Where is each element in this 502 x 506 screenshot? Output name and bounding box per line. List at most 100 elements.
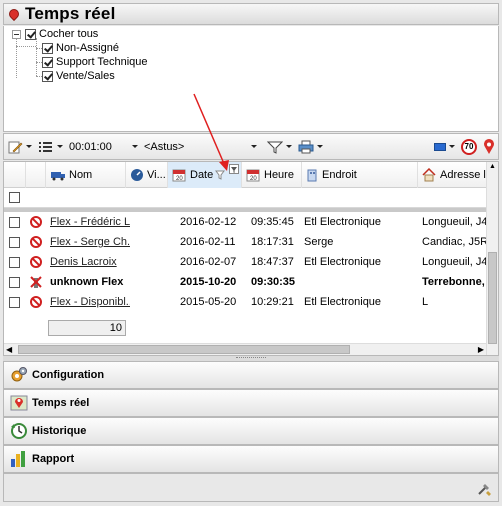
nav-rapport[interactable]: Rapport [3,445,499,473]
cell-adresse: L [422,296,429,308]
cell-nom[interactable]: Flex - Serge Ch... [50,232,130,252]
edit-button[interactable] [4,136,35,158]
collapse-icon[interactable] [12,29,21,39]
non-assigne-checkbox[interactable] [42,42,53,54]
header-date[interactable]: 20 Date [168,162,242,188]
vertical-scroll-thumb[interactable] [488,252,497,344]
header-heure[interactable]: 20 Heure [242,162,302,188]
group-select-dropdown[interactable] [245,136,260,158]
no-entry-icon [30,236,42,248]
filter-icon [231,167,237,173]
cell-heure: 09:35:45 [251,216,294,228]
speed-limit-icon: 70 [461,138,477,155]
table-row[interactable]: Flex - Disponibl... 2015-05-20 10:29:21 Etl… [4,292,488,312]
tree-root-checkbox[interactable] [25,28,36,40]
map-pin-icon [10,395,28,411]
table-row[interactable]: Flex - Frédéric L... 2016-02-12 09:35:45 Et… [4,212,488,232]
tree-node-support-technique[interactable]: Support Technique [42,56,148,68]
row-checkbox[interactable] [9,236,20,248]
bottom-bar [3,473,499,502]
header-vitesse-label: Vi... [147,169,166,181]
main-toolbar: 00:01:00 <Astus> 70 [3,133,499,160]
cell-nom[interactable]: Flex - Disponibl... [50,292,130,312]
speedometer-icon [131,169,143,181]
tree-node-label: Vente/Sales [56,70,115,82]
header-endroit-label: Endroit [322,169,357,181]
support-technique-checkbox[interactable] [42,56,53,68]
row-checkbox[interactable] [9,216,20,228]
cell-date: 2016-02-07 [180,256,237,268]
configure-buttons-icon[interactable] [476,481,492,497]
group-select[interactable]: <Astus> [141,136,245,158]
row-checkbox[interactable] [9,256,20,268]
cell-endroit: Etl Electronique [304,256,382,268]
column-filter-button[interactable] [229,164,239,174]
header-vitesse[interactable]: Vi... [126,162,168,188]
header-endroit[interactable]: Endroit [302,162,418,188]
cell-date: 2016-02-11 [180,236,236,248]
time-interval-value: 00:01:00 [69,140,112,153]
cell-heure: 18:17:31 [251,236,294,248]
group-tree: Cocher tous Non-Assigné Support Techniqu… [3,26,499,132]
history-clock-icon [11,423,27,439]
splitter-grip [236,357,266,359]
header-adresse-label: Adresse la [440,169,492,181]
header-date-label: Date [190,169,214,181]
printer-icon [298,140,314,153]
pin-button[interactable] [480,136,498,158]
print-button[interactable] [295,136,326,158]
header-select-column[interactable] [4,162,26,188]
header-heure-label: Heure [264,169,294,181]
cell-endroit: Etl Electronique [304,296,382,308]
header-nom[interactable]: Nom [46,162,126,188]
cell-heure: 18:47:37 [251,256,294,268]
cell-endroit: Serge [304,236,334,248]
tree-node-non-assigne[interactable]: Non-Assigné [42,42,119,54]
chevron-down-icon [26,145,32,148]
vente-sales-checkbox[interactable] [42,70,53,82]
time-interval-dropdown[interactable] [126,136,141,158]
cell-nom[interactable]: Flex - Frédéric L... [50,212,130,232]
cell-date: 2015-10-20 [180,276,237,288]
scroll-up-icon[interactable]: ▲ [487,162,498,172]
row-checkbox[interactable] [9,296,20,308]
bar-chart-icon [11,451,25,467]
group-select-value: <Astus> [144,140,185,153]
scroll-right-icon[interactable]: ▶ [478,344,484,355]
no-entry-icon [30,256,42,268]
nav-configuration[interactable]: Configuration [3,361,499,389]
table-row[interactable]: Flex - Serge Ch... 2016-02-11 18:17:31 Serg… [4,232,488,252]
time-interval-select[interactable]: 00:01:00 [66,136,126,158]
cell-adresse: Candiac, J5R 2 [422,236,488,248]
list-view-button[interactable] [35,136,66,158]
nav-historique[interactable]: Historique [3,417,499,445]
tree-node-vente-sales[interactable]: Vente/Sales [42,70,115,82]
chevron-down-icon [449,145,455,148]
filter-icon[interactable] [215,170,225,180]
cell-adresse: Longueuil, J4G [422,256,488,268]
nav-temps-reel-label: Temps réel [32,397,90,409]
cell-date: 2015-05-20 [180,296,237,308]
horizontal-scroll-thumb[interactable] [18,345,350,354]
select-all-checkbox[interactable] [9,192,20,203]
color-button[interactable] [431,136,458,158]
horizontal-scrollbar[interactable]: ◀ ▶ [4,343,486,355]
cell-nom[interactable]: Denis Lacroix [50,252,130,272]
speed-limit-button[interactable]: 70 [458,136,480,158]
chevron-down-icon [317,145,323,148]
nav-temps-reel[interactable]: Temps réel [3,389,499,417]
header-status-column[interactable] [26,162,46,188]
table-row[interactable]: unknown Flex 2015-10-20 09:30:35 Terrebonne… [4,272,488,292]
tree-node-label: Support Technique [56,56,148,68]
scroll-left-icon[interactable]: ◀ [6,344,12,355]
tree-node-label: Non-Assigné [56,42,119,54]
tree-node-root[interactable]: Cocher tous [12,28,98,40]
row-checkbox[interactable] [9,276,20,288]
cell-endroit: Etl Electronique [304,216,382,228]
filter-button[interactable] [264,136,295,158]
vertical-scrollbar[interactable]: ▲ [486,162,498,355]
table-row[interactable]: Denis Lacroix 2016-02-07 18:47:37 Etl Elect… [4,252,488,272]
tree-connector [16,46,36,47]
gear-icon [11,367,27,382]
chevron-down-icon [286,145,292,148]
